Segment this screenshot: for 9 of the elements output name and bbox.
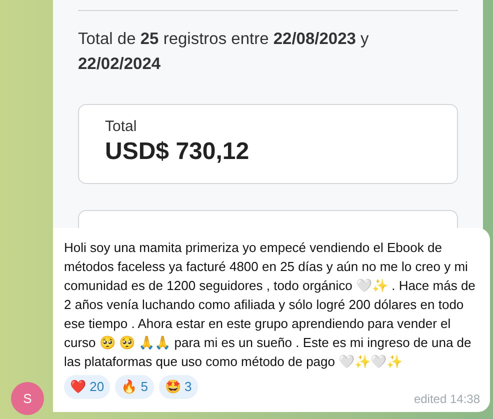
total-label: Total — [105, 117, 137, 137]
total-amount: USD$ 730,12 — [105, 137, 250, 167]
reaction-chip[interactable]: 🔥 5 — [115, 375, 154, 399]
avatar[interactable]: S — [11, 382, 44, 415]
message-time: edited 14:38 — [414, 391, 480, 408]
reaction-chip[interactable]: 🤩 3 — [158, 375, 198, 399]
reaction-chip[interactable]: ❤ 20 — [64, 375, 110, 399]
message-text: Holi soy una mamita primeriza yo empecé vendiendo el Ebook de métodos faceless ya facturé 4800 en 25 días y aún no me lo creo y mi comunidad es de 1200 seguidores , todo orgánico 🤍✨ . Hace más de 2 años venía luchando como afiliada y sólo logré 200 dólares en todo ese tiempo . Ahora estar en este grupo aprendiendo para vender el curso 🥺 🥺 🙏🙏 para mi es un sueño . Este es mi ingreso de una de las plataformas que uso como método de pago 🤍✨🤍✨ — [64, 239, 476, 371]
summary-text: Total de 25 registros entre 22/08/2023 y 22/02/2024 — [78, 29, 370, 75]
